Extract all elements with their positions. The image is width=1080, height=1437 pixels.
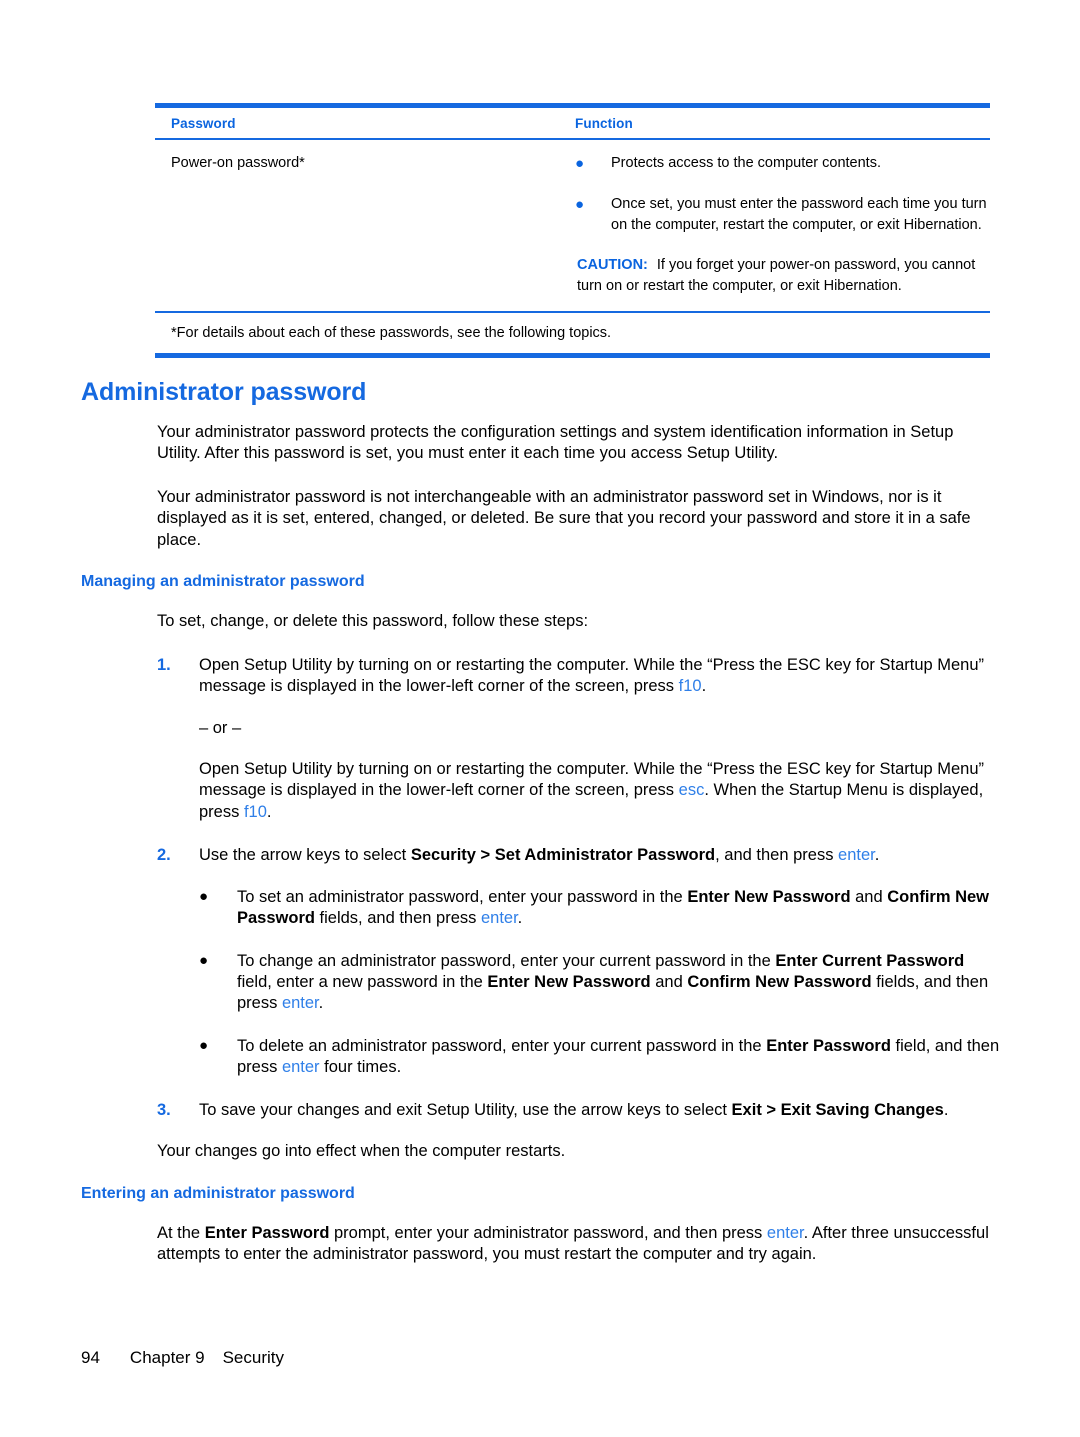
bullet-delete-password: To delete an administrator password, ent… <box>237 1036 1001 1079</box>
list-item: ● Once set, you must enter the password … <box>575 194 990 236</box>
step1-text-a: Open Setup Utility by turning on or rest… <box>199 655 985 696</box>
field-confirm-new-password: Confirm New Password <box>687 973 872 991</box>
key-enter: enter <box>281 1058 320 1077</box>
main-content: Your administrator password protects the… <box>81 422 1001 1288</box>
entering-section-header: Entering an administrator password <box>81 1185 1001 1203</box>
subheading-managing: Managing an administrator password <box>81 573 365 591</box>
column-header-function: Function <box>575 116 633 131</box>
prompt-enter-password: Enter Password <box>204 1223 330 1242</box>
step-text: To save your changes and exit Setup Util… <box>199 1100 1001 1121</box>
step-number: 3. <box>157 1100 171 1119</box>
key-enter: enter <box>838 846 875 865</box>
step-text: Open Setup Utility by turning on or rest… <box>199 655 1001 698</box>
step-number: 2. <box>157 846 171 865</box>
bullet-dot-icon: ● <box>199 951 209 969</box>
caution-note: CAUTION: If you forget your power-on pass… <box>575 255 990 297</box>
procedure-steps-continued: 2. Use the arrow keys to select Security… <box>81 845 1001 866</box>
field-enter-new-password: Enter New Password <box>687 887 851 906</box>
table-bottom-rule <box>155 352 990 358</box>
managing-section-header: Managing an administrator password <box>81 573 1001 591</box>
entering-text-a: At the <box>157 1223 205 1242</box>
bullet-dot-icon: ● <box>199 887 209 905</box>
step1-period: . <box>701 677 707 696</box>
bullet-dot-icon: ● <box>575 155 585 172</box>
page-footer: 94 Chapter 9 Security <box>81 1348 284 1368</box>
key-enter: enter <box>480 909 518 928</box>
bullet-set-password: To set an administrator password, enter … <box>237 887 1001 930</box>
intro-paragraph-1: Your administrator password protects the… <box>157 423 954 463</box>
field-enter-new-password: Enter New Password <box>487 973 651 991</box>
list-item: ● To change an administrator password, e… <box>81 951 1001 1015</box>
field-enter-password: Enter Password <box>766 1036 891 1055</box>
entering-text-b: prompt, enter your administrator passwor… <box>329 1223 767 1242</box>
changes-effect-paragraph: Your changes go into effect when the com… <box>157 1142 566 1161</box>
key-f10: f10 <box>243 802 267 821</box>
change-text-d: and <box>650 973 688 991</box>
list-item: ● To set an administrator password, ente… <box>81 887 1001 930</box>
alternate-instruction: Open Setup Utility by turning on or rest… <box>81 759 1001 823</box>
list-item: ● To delete an administrator password, e… <box>81 1036 1001 1079</box>
caution-label: CAUTION: <box>577 256 648 273</box>
list-item: ● Protects access to the computer conten… <box>575 153 990 175</box>
menu-path-exit: Exit > Exit Saving Changes <box>731 1100 944 1119</box>
change-text-a: To change an administrator password, ent… <box>237 951 776 970</box>
change-period: . <box>318 994 324 1013</box>
step2-text-b: , and then press <box>715 846 839 865</box>
step-2: 2. Use the arrow keys to select Security… <box>81 845 1001 866</box>
chapter-label: Chapter 9 <box>129 1348 205 1367</box>
step2-period: . <box>874 846 880 865</box>
bullet-dot-icon: ● <box>575 195 585 213</box>
step2-text-a: Use the arrow keys to select <box>199 846 411 865</box>
cell-password-name: Power-on password* <box>171 155 305 171</box>
or-separator: – or – <box>199 718 242 737</box>
key-esc: esc <box>678 781 705 800</box>
step3-period: . <box>943 1100 949 1119</box>
key-f10: f10 <box>678 677 702 696</box>
set-period: . <box>517 909 523 928</box>
delete-text-a: To delete an administrator password, ent… <box>237 1036 767 1055</box>
password-action-bullets: ● To set an administrator password, ente… <box>81 887 1001 1079</box>
set-text-d: fields, and then press <box>314 909 481 928</box>
key-enter: enter <box>281 994 319 1013</box>
section-label: Security <box>222 1348 285 1367</box>
password-table: Password Function Power-on password* ● P… <box>155 103 990 358</box>
intro-paragraph-2: Your administrator password is not inter… <box>157 487 971 549</box>
step-1: 1. Open Setup Utility by turning on or r… <box>81 655 1001 698</box>
bullet-dot-icon: ● <box>199 1036 209 1054</box>
procedure-steps: 1. Open Setup Utility by turning on or r… <box>81 655 1001 698</box>
step3-text-a: To save your changes and exit Setup Util… <box>199 1100 732 1119</box>
steps-lead-in: To set, change, or delete this password,… <box>157 612 589 631</box>
table-footnote: *For details about each of these passwor… <box>171 324 612 341</box>
set-text-a: To set an administrator password, enter … <box>237 887 688 906</box>
table-bullet-text: Protects access to the computer contents… <box>611 155 881 171</box>
step-text: Use the arrow keys to select Security > … <box>199 845 1001 866</box>
cell-function-list: ● Protects access to the computer conten… <box>557 153 990 297</box>
page-number: 94 <box>81 1348 100 1367</box>
delete-text-d: four times. <box>319 1058 402 1077</box>
table-row: Power-on password* ● Protects access to … <box>155 140 990 311</box>
alt-period: . <box>266 802 272 821</box>
subheading-entering: Entering an administrator password <box>81 1184 355 1202</box>
key-enter: enter <box>766 1223 804 1242</box>
entering-paragraph: At the Enter Password prompt, enter your… <box>81 1223 1001 1266</box>
change-text-c: field, enter a new password in the <box>237 973 488 991</box>
step-number: 1. <box>157 655 171 674</box>
field-enter-current-password: Enter Current Password <box>775 951 965 970</box>
page-title: Administrator password <box>81 378 367 406</box>
set-text-c: and <box>850 887 888 906</box>
table-header-row: Password Function <box>155 108 990 138</box>
table-bullet-text: Once set, you must enter the password ea… <box>611 195 987 233</box>
column-header-password: Password <box>171 116 236 131</box>
bullet-change-password: To change an administrator password, ent… <box>237 951 1001 1015</box>
step-3: 3. To save your changes and exit Setup U… <box>81 1100 1001 1121</box>
procedure-steps-final: 3. To save your changes and exit Setup U… <box>81 1100 1001 1121</box>
document-page: Password Function Power-on password* ● P… <box>0 0 1080 1437</box>
menu-path-security: Security > Set Administrator Password <box>410 846 716 865</box>
